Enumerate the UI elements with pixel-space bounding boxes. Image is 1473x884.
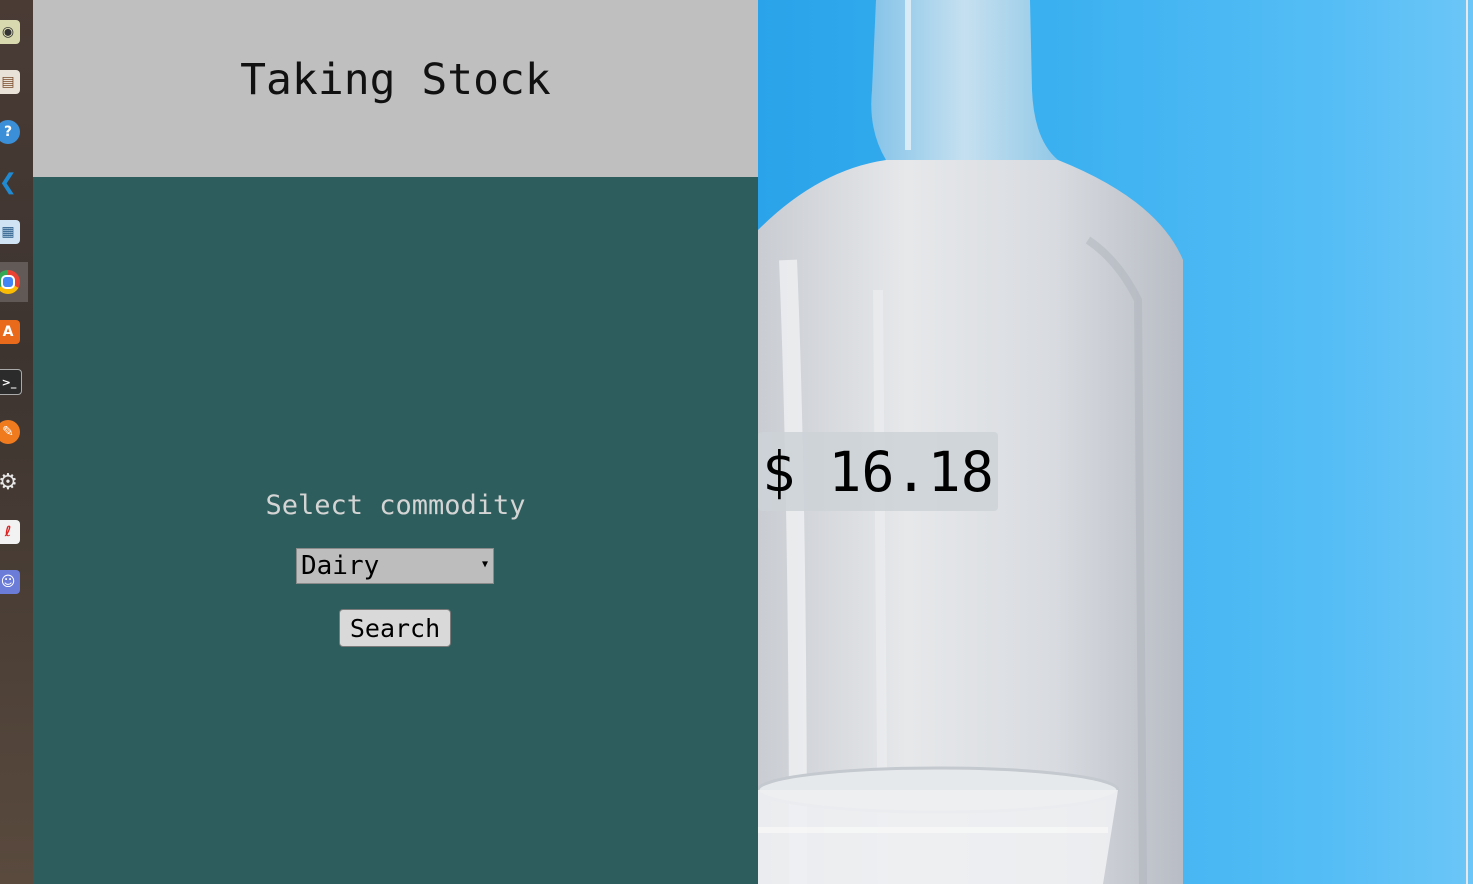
terminal-icon: >_: [0, 369, 22, 395]
dock-item-disc[interactable]: ◉: [0, 12, 28, 52]
search-button[interactable]: Search: [339, 609, 451, 647]
draw-icon: ✎: [0, 420, 20, 444]
software-center-icon: A: [0, 320, 20, 344]
dock-item-terminal[interactable]: >_: [0, 362, 28, 402]
dock-item-file-manager[interactable]: ▤: [0, 62, 28, 102]
price-badge: $ 16.18: [758, 432, 998, 511]
file-manager-icon: ▤: [0, 70, 20, 94]
launcher-dock: ◉ ▤ ? ❮ ▦ A >_ ✎ ⚙ ℓ ☺: [0, 0, 33, 884]
dock-item-draw[interactable]: ✎: [0, 412, 28, 452]
commodity-select[interactable]: Dairy ▼: [296, 548, 494, 584]
dock-item-document-editor[interactable]: ℓ: [0, 512, 28, 552]
page-header: Taking Stock: [33, 0, 758, 177]
dock-item-software-center[interactable]: A: [0, 312, 28, 352]
discord-icon: ☺: [0, 570, 20, 594]
commodity-form-panel: Select commodity Dairy ▼ Search: [33, 177, 758, 884]
settings-icon: ⚙: [0, 469, 18, 495]
commodity-image: $ 16.18: [758, 0, 1473, 884]
dropdown-arrow-icon: ▼: [481, 559, 488, 570]
dock-item-chrome[interactable]: [0, 262, 28, 302]
price-value: $ 16.18: [762, 439, 994, 504]
dock-item-help[interactable]: ?: [0, 112, 28, 152]
help-icon: ?: [0, 120, 20, 144]
dock-item-vscode[interactable]: ❮: [0, 162, 28, 202]
page-title: Taking Stock: [240, 54, 551, 105]
vscode-icon: ❮: [0, 169, 18, 195]
window-edge: [1466, 0, 1468, 884]
dock-item-document-viewer[interactable]: ▦: [0, 212, 28, 252]
dock-item-settings[interactable]: ⚙: [0, 462, 28, 502]
disc-icon: ◉: [0, 20, 20, 44]
chrome-icon: [0, 270, 20, 294]
dock-item-discord[interactable]: ☺: [0, 562, 28, 602]
select-commodity-label: Select commodity: [265, 490, 526, 521]
document-viewer-icon: ▦: [0, 220, 20, 244]
document-editor-icon: ℓ: [0, 520, 20, 544]
commodity-select-value: Dairy: [301, 551, 380, 581]
